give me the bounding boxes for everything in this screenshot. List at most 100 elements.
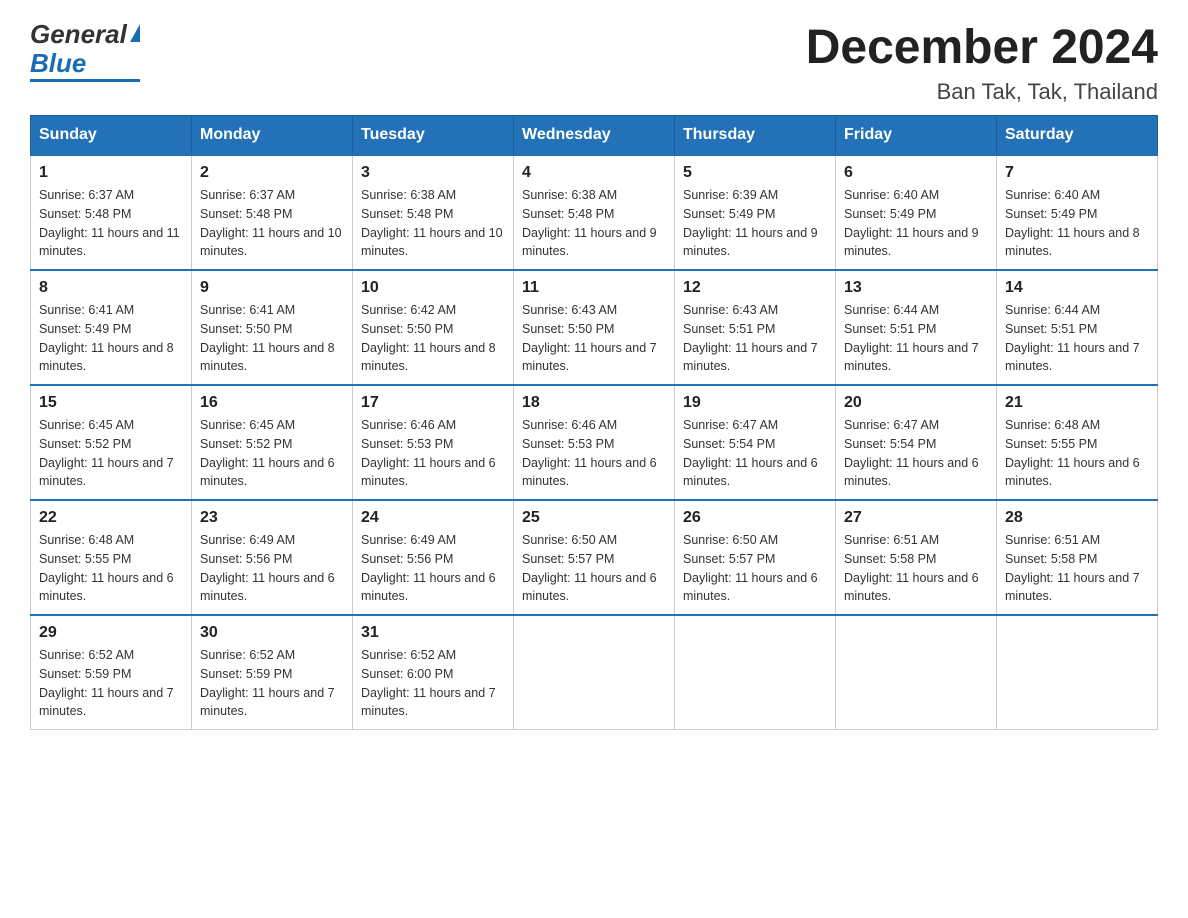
weekday-header-friday: Friday: [836, 116, 997, 156]
day-number: 4: [522, 164, 666, 182]
calendar-cell: 21 Sunrise: 6:48 AMSunset: 5:55 PMDaylig…: [997, 385, 1158, 500]
day-number: 14: [1005, 279, 1149, 297]
day-info: Sunrise: 6:50 AMSunset: 5:57 PMDaylight:…: [522, 533, 657, 603]
day-number: 15: [39, 394, 183, 412]
day-number: 30: [200, 624, 344, 642]
day-info: Sunrise: 6:46 AMSunset: 5:53 PMDaylight:…: [361, 418, 496, 488]
day-info: Sunrise: 6:51 AMSunset: 5:58 PMDaylight:…: [844, 533, 979, 603]
calendar-cell: 10 Sunrise: 6:42 AMSunset: 5:50 PMDaylig…: [353, 270, 514, 385]
day-info: Sunrise: 6:41 AMSunset: 5:50 PMDaylight:…: [200, 303, 335, 373]
weekday-header-tuesday: Tuesday: [353, 116, 514, 156]
calendar-cell: 30 Sunrise: 6:52 AMSunset: 5:59 PMDaylig…: [192, 615, 353, 730]
calendar-week-row: 15 Sunrise: 6:45 AMSunset: 5:52 PMDaylig…: [31, 385, 1158, 500]
weekday-header-sunday: Sunday: [31, 116, 192, 156]
title-block: December 2024 Ban Tak, Tak, Thailand: [806, 20, 1158, 105]
calendar-cell: 26 Sunrise: 6:50 AMSunset: 5:57 PMDaylig…: [675, 500, 836, 615]
day-number: 27: [844, 509, 988, 527]
day-info: Sunrise: 6:45 AMSunset: 5:52 PMDaylight:…: [200, 418, 335, 488]
day-number: 24: [361, 509, 505, 527]
day-number: 10: [361, 279, 505, 297]
day-number: 26: [683, 509, 827, 527]
calendar-week-row: 1 Sunrise: 6:37 AMSunset: 5:48 PMDayligh…: [31, 155, 1158, 270]
day-info: Sunrise: 6:46 AMSunset: 5:53 PMDaylight:…: [522, 418, 657, 488]
calendar-week-row: 8 Sunrise: 6:41 AMSunset: 5:49 PMDayligh…: [31, 270, 1158, 385]
day-number: 2: [200, 164, 344, 182]
day-info: Sunrise: 6:39 AMSunset: 5:49 PMDaylight:…: [683, 188, 818, 258]
day-number: 7: [1005, 164, 1149, 182]
calendar-cell: 13 Sunrise: 6:44 AMSunset: 5:51 PMDaylig…: [836, 270, 997, 385]
calendar-week-row: 29 Sunrise: 6:52 AMSunset: 5:59 PMDaylig…: [31, 615, 1158, 730]
day-info: Sunrise: 6:52 AMSunset: 5:59 PMDaylight:…: [39, 648, 174, 718]
day-info: Sunrise: 6:47 AMSunset: 5:54 PMDaylight:…: [844, 418, 979, 488]
calendar-cell: 28 Sunrise: 6:51 AMSunset: 5:58 PMDaylig…: [997, 500, 1158, 615]
day-info: Sunrise: 6:48 AMSunset: 5:55 PMDaylight:…: [1005, 418, 1140, 488]
day-info: Sunrise: 6:51 AMSunset: 5:58 PMDaylight:…: [1005, 533, 1140, 603]
weekday-header-saturday: Saturday: [997, 116, 1158, 156]
day-number: 23: [200, 509, 344, 527]
day-info: Sunrise: 6:52 AMSunset: 6:00 PMDaylight:…: [361, 648, 496, 718]
day-number: 11: [522, 279, 666, 297]
logo-general-text: General: [30, 20, 127, 49]
day-info: Sunrise: 6:44 AMSunset: 5:51 PMDaylight:…: [844, 303, 979, 373]
day-number: 19: [683, 394, 827, 412]
day-info: Sunrise: 6:49 AMSunset: 5:56 PMDaylight:…: [361, 533, 496, 603]
day-info: Sunrise: 6:50 AMSunset: 5:57 PMDaylight:…: [683, 533, 818, 603]
day-number: 16: [200, 394, 344, 412]
logo-underline: [30, 79, 140, 82]
calendar-cell: 3 Sunrise: 6:38 AMSunset: 5:48 PMDayligh…: [353, 155, 514, 270]
day-info: Sunrise: 6:41 AMSunset: 5:49 PMDaylight:…: [39, 303, 174, 373]
calendar-cell: [997, 615, 1158, 730]
calendar-cell: 18 Sunrise: 6:46 AMSunset: 5:53 PMDaylig…: [514, 385, 675, 500]
day-number: 12: [683, 279, 827, 297]
page-header: General Blue December 2024 Ban Tak, Tak,…: [30, 20, 1158, 105]
day-number: 21: [1005, 394, 1149, 412]
calendar-cell: 29 Sunrise: 6:52 AMSunset: 5:59 PMDaylig…: [31, 615, 192, 730]
day-info: Sunrise: 6:38 AMSunset: 5:48 PMDaylight:…: [522, 188, 657, 258]
weekday-header-wednesday: Wednesday: [514, 116, 675, 156]
day-number: 1: [39, 164, 183, 182]
day-number: 25: [522, 509, 666, 527]
day-info: Sunrise: 6:38 AMSunset: 5:48 PMDaylight:…: [361, 188, 503, 258]
location-subtitle: Ban Tak, Tak, Thailand: [806, 79, 1158, 105]
day-number: 17: [361, 394, 505, 412]
calendar-cell: 25 Sunrise: 6:50 AMSunset: 5:57 PMDaylig…: [514, 500, 675, 615]
calendar-cell: [836, 615, 997, 730]
day-info: Sunrise: 6:37 AMSunset: 5:48 PMDaylight:…: [200, 188, 342, 258]
calendar-week-row: 22 Sunrise: 6:48 AMSunset: 5:55 PMDaylig…: [31, 500, 1158, 615]
day-info: Sunrise: 6:40 AMSunset: 5:49 PMDaylight:…: [1005, 188, 1140, 258]
weekday-header-row: SundayMondayTuesdayWednesdayThursdayFrid…: [31, 116, 1158, 156]
day-info: Sunrise: 6:49 AMSunset: 5:56 PMDaylight:…: [200, 533, 335, 603]
calendar-cell: 4 Sunrise: 6:38 AMSunset: 5:48 PMDayligh…: [514, 155, 675, 270]
day-number: 5: [683, 164, 827, 182]
calendar-cell: 15 Sunrise: 6:45 AMSunset: 5:52 PMDaylig…: [31, 385, 192, 500]
weekday-header-thursday: Thursday: [675, 116, 836, 156]
calendar-cell: 6 Sunrise: 6:40 AMSunset: 5:49 PMDayligh…: [836, 155, 997, 270]
calendar-cell: 16 Sunrise: 6:45 AMSunset: 5:52 PMDaylig…: [192, 385, 353, 500]
calendar-cell: 14 Sunrise: 6:44 AMSunset: 5:51 PMDaylig…: [997, 270, 1158, 385]
calendar-cell: 2 Sunrise: 6:37 AMSunset: 5:48 PMDayligh…: [192, 155, 353, 270]
logo-blue-text: Blue: [30, 49, 86, 78]
day-number: 29: [39, 624, 183, 642]
calendar-table: SundayMondayTuesdayWednesdayThursdayFrid…: [30, 115, 1158, 730]
day-info: Sunrise: 6:43 AMSunset: 5:50 PMDaylight:…: [522, 303, 657, 373]
day-number: 13: [844, 279, 988, 297]
calendar-cell: 11 Sunrise: 6:43 AMSunset: 5:50 PMDaylig…: [514, 270, 675, 385]
calendar-cell: 22 Sunrise: 6:48 AMSunset: 5:55 PMDaylig…: [31, 500, 192, 615]
day-info: Sunrise: 6:52 AMSunset: 5:59 PMDaylight:…: [200, 648, 335, 718]
day-number: 28: [1005, 509, 1149, 527]
calendar-cell: 8 Sunrise: 6:41 AMSunset: 5:49 PMDayligh…: [31, 270, 192, 385]
day-info: Sunrise: 6:45 AMSunset: 5:52 PMDaylight:…: [39, 418, 174, 488]
calendar-cell: [675, 615, 836, 730]
calendar-cell: 23 Sunrise: 6:49 AMSunset: 5:56 PMDaylig…: [192, 500, 353, 615]
calendar-cell: 9 Sunrise: 6:41 AMSunset: 5:50 PMDayligh…: [192, 270, 353, 385]
calendar-cell: [514, 615, 675, 730]
calendar-cell: 19 Sunrise: 6:47 AMSunset: 5:54 PMDaylig…: [675, 385, 836, 500]
calendar-cell: 24 Sunrise: 6:49 AMSunset: 5:56 PMDaylig…: [353, 500, 514, 615]
calendar-cell: 12 Sunrise: 6:43 AMSunset: 5:51 PMDaylig…: [675, 270, 836, 385]
day-number: 6: [844, 164, 988, 182]
day-info: Sunrise: 6:48 AMSunset: 5:55 PMDaylight:…: [39, 533, 174, 603]
calendar-cell: 27 Sunrise: 6:51 AMSunset: 5:58 PMDaylig…: [836, 500, 997, 615]
calendar-cell: 31 Sunrise: 6:52 AMSunset: 6:00 PMDaylig…: [353, 615, 514, 730]
logo: General Blue: [30, 20, 140, 82]
day-info: Sunrise: 6:37 AMSunset: 5:48 PMDaylight:…: [39, 188, 180, 258]
